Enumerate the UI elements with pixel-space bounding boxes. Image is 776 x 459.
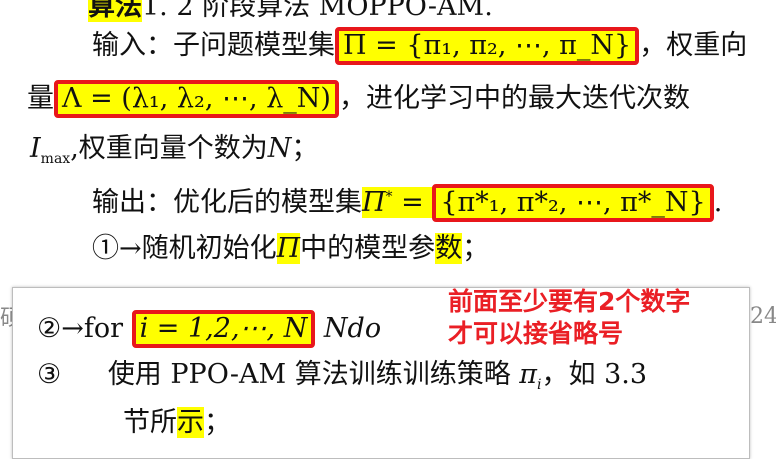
loop-range-box: i = 1,2,⋯, N — [131, 310, 316, 348]
lambda-vector-box: Λ = (λ₁, λ₂, ⋯, λ_N) — [54, 80, 339, 118]
step-3-number: ③ — [37, 359, 62, 390]
step-3-tail: ，如 3.3 — [541, 359, 648, 390]
algorithm-label: 算法 — [88, 0, 142, 22]
output-end: . — [713, 187, 723, 218]
pi-star-set-box: {π*₁, π*₂, ⋯, π*_N} — [432, 184, 714, 222]
right-page-number: 24 — [750, 304, 776, 329]
output-prefix: 输出：优化后的模型集 — [92, 187, 362, 218]
lambda-highlight: Λ = (λ₁, λ₂, ⋯, λ_N) — [54, 80, 339, 118]
step-3-text: 使用 PPO-AM 算法训练训练策略 — [107, 359, 511, 390]
weights-suffix: ，进化学习中的最大迭代次数 — [338, 83, 690, 114]
weights-line: 量Λ = (λ₁, λ₂, ⋯, λ_N) ，进化学习中的最大迭代次数 — [27, 80, 690, 118]
step-3b-hl: 示 — [177, 407, 204, 438]
n-symbol: N — [267, 133, 292, 164]
annotation-line-1: 前面至少要有2个数字 — [448, 287, 691, 316]
input-line: 输入：子问题模型集 Π = {π₁, π₂, ⋯, π_N} ，权重向 — [92, 27, 747, 65]
algorithm-title-rest: 1. 2 阶段算法 MOPPO-AM. — [142, 0, 493, 22]
pi-symbol: Π — [276, 233, 301, 264]
step-1-end: ； — [462, 233, 490, 264]
loop-highlight: i = 1,2,⋯, N — [131, 310, 316, 348]
input-prefix: 输入：子问题模型集 — [92, 30, 335, 61]
imax-text: ,权重向量个数为 — [70, 133, 268, 164]
algorithm-title-fragment: 算法1. 2 阶段算法 MOPPO-AM. — [88, 0, 493, 23]
step-1-hl-char: 数 — [435, 233, 463, 264]
step-2-prefix: ②→for — [37, 313, 123, 344]
output-line: 输出：优化后的模型集Π* = {π*₁, π*₂, ⋯, π*_N}. — [92, 180, 722, 222]
pi-star-highlight: Π* = {π*₁, π*₂, ⋯, π*_N} — [362, 184, 714, 222]
annotation-note: 前面至少要有2个数字 才可以接省略号 — [448, 286, 690, 350]
step-3b-line: 节所示； — [123, 406, 231, 440]
input-suffix: ，权重向 — [639, 30, 748, 61]
step-1-mid: 中的模型参 — [300, 233, 436, 264]
step-1-text: ①→随机初始化 — [92, 233, 277, 264]
step-2-suffix: Ndo — [323, 313, 382, 344]
step-1-line: ①→随机初始化Π中的模型参数； — [92, 232, 489, 266]
step-2-line: ②→for i = 1,2,⋯, N Ndo — [37, 310, 381, 348]
pi-set-box: Π = {π₁, π₂, ⋯, π_N} — [335, 27, 640, 65]
pi-i-symbol: π — [519, 359, 538, 390]
step-3-line: ③ 使用 PPO-AM 算法训练训练策略 πi，如 3.3 — [37, 358, 647, 402]
step-3b-prefix: 节所 — [123, 407, 177, 438]
annotation-line-2: 才可以接省略号 — [448, 319, 624, 348]
step-3b-end: ； — [204, 407, 231, 438]
imax-line: Imax,权重向量个数为N； — [30, 133, 319, 167]
imax-end: ； — [291, 133, 319, 164]
pi-set-highlight: Π = {π₁, π₂, ⋯, π_N} — [335, 27, 640, 65]
weights-char: 量 — [27, 83, 54, 114]
